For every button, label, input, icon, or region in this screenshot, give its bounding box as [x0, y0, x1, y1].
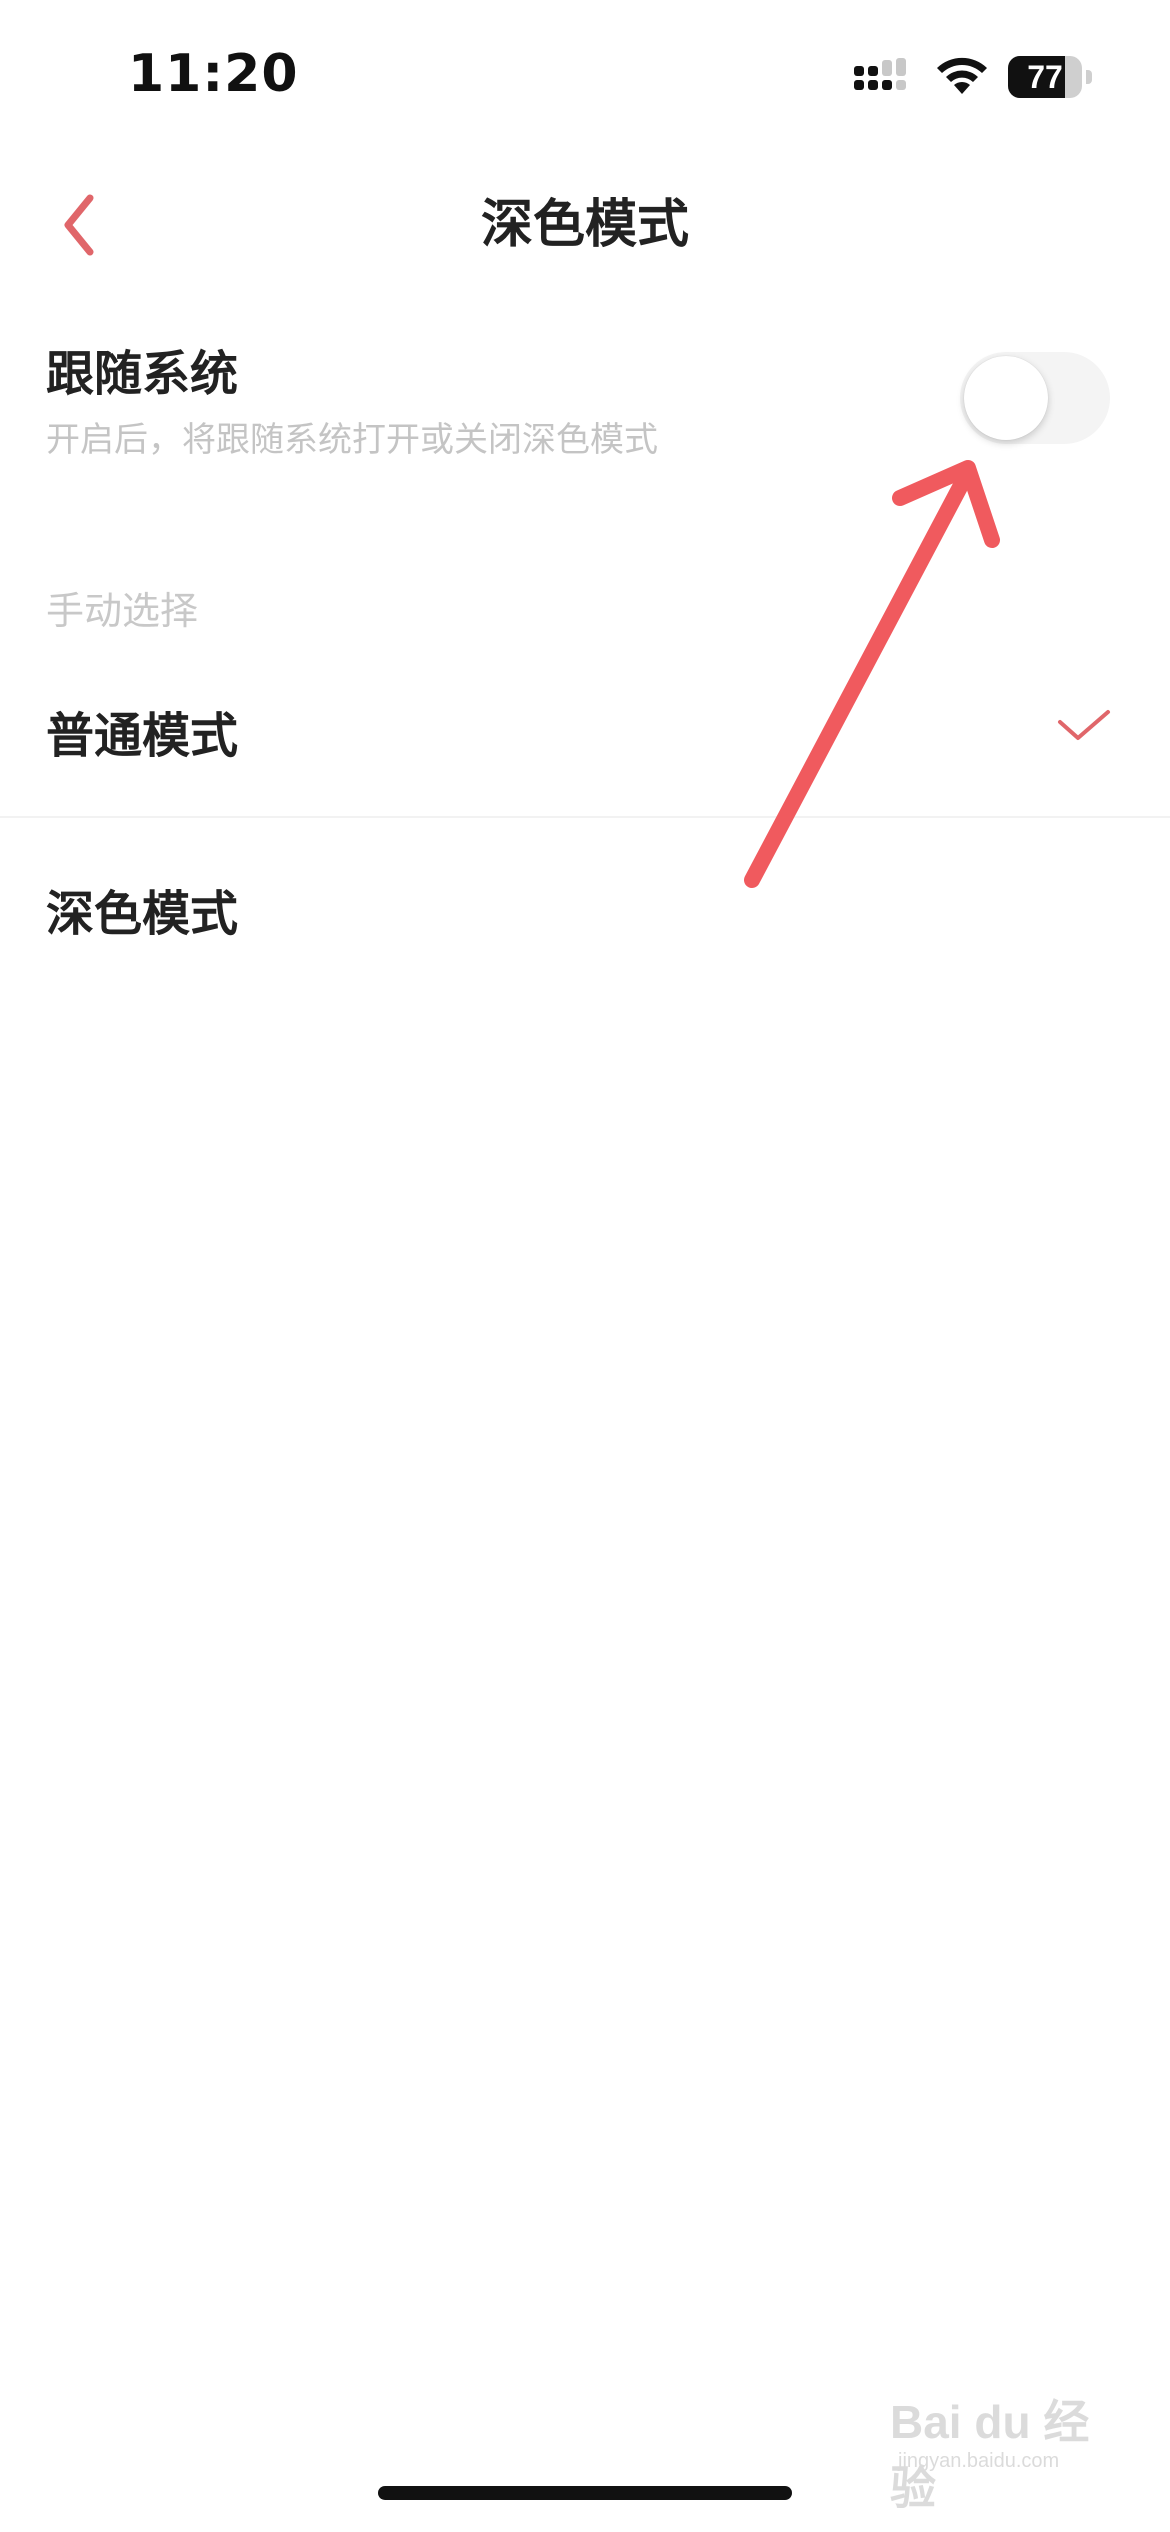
follow-system-subtitle: 开启后，将跟随系统打开或关闭深色模式 — [46, 420, 658, 460]
watermark-sub: jingyan.baidu.com — [898, 2450, 1060, 2472]
status-time: 11:20 — [128, 44, 299, 104]
baidu-watermark: Bai du 经验 jingyan.baidu.com — [890, 2378, 1130, 2514]
option-label: 普通模式 — [46, 708, 239, 764]
option-label: 深色模式 — [46, 886, 239, 942]
cellular-signal-icon — [852, 58, 912, 98]
battery-icon: 77 — [1008, 56, 1092, 98]
battery-percent: 77 — [1027, 59, 1063, 95]
toggle-knob — [964, 356, 1048, 440]
annotation-arrow-icon — [744, 460, 1000, 888]
battery-cap — [1086, 70, 1092, 84]
page-title: 深色模式 — [480, 195, 689, 255]
follow-system-title: 跟随系统 — [46, 346, 239, 402]
manual-section-label: 手动选择 — [46, 589, 199, 633]
checkmark-icon — [1058, 710, 1110, 740]
status-bar: 11:20 77 — [0, 0, 1170, 150]
home-indicator[interactable] — [378, 2486, 792, 2500]
follow-system-toggle[interactable] — [960, 352, 1110, 444]
wifi-icon — [934, 54, 990, 98]
nav-bar: 深色模式 — [0, 170, 1170, 280]
